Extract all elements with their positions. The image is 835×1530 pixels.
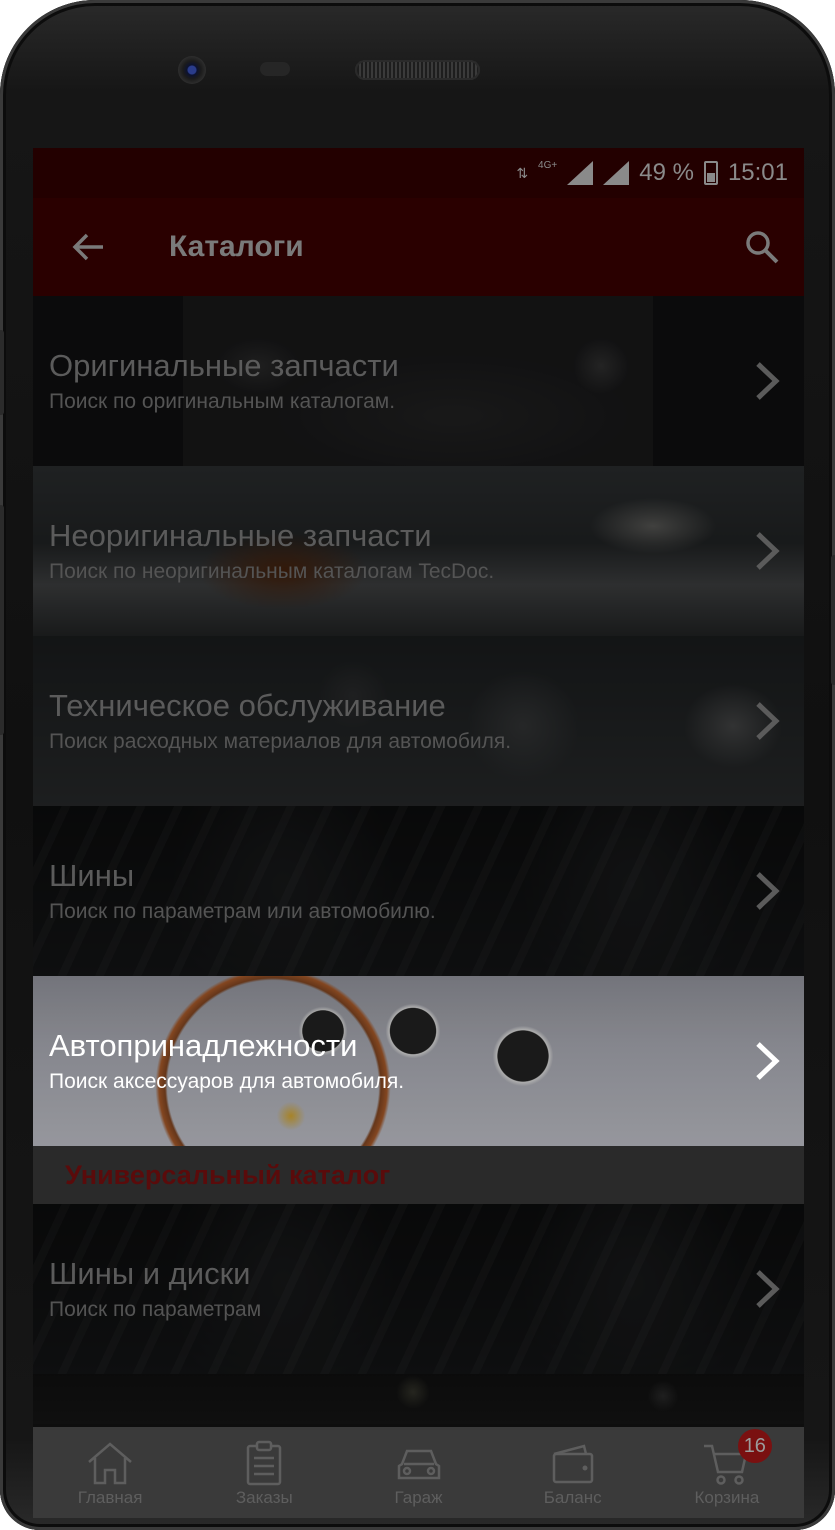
catalog-item-nonoriginal[interactable]: Неоригинальные запчасти Поиск по неориги… [33, 466, 804, 636]
section-heading: Универсальный каталог [33, 1146, 804, 1204]
nav-garage[interactable]: Гараж [341, 1427, 495, 1518]
status-bar: ⇅ 4G+ 49 % 15:01 [33, 148, 804, 198]
catalog-item-original[interactable]: Оригинальные запчасти Поиск по оригиналь… [33, 296, 804, 466]
cart-count-badge: 16 [737, 1429, 772, 1463]
mobile-signal-icon [603, 161, 630, 185]
clipboard-icon [247, 1440, 282, 1486]
earpiece-speaker [355, 60, 480, 80]
nav-label: Баланс [543, 1488, 602, 1507]
catalog-item-title: Техническое обслуживание [49, 688, 446, 723]
catalog-item-subtitle: Поиск по неоригинальным каталогам TecDoc… [49, 560, 495, 583]
phone-frame: ⇅ 4G+ 49 % 15:01 Каталоги Оригинальные з… [0, 0, 835, 1530]
wallet-icon [552, 1444, 593, 1484]
catalog-item-subtitle: Поиск аксессуаров для автомобиля. [49, 1070, 405, 1093]
home-icon [88, 1442, 132, 1485]
catalog-item-tyres-wheels[interactable]: Шины и диски Поиск по параметрам [33, 1204, 804, 1374]
nav-cart[interactable]: Корзина 16 [650, 1427, 804, 1518]
search-button[interactable] [732, 198, 792, 296]
arrow-left-icon [72, 233, 103, 261]
chevron-right-icon [756, 872, 780, 910]
catalog-item-partial[interactable] [33, 1374, 804, 1424]
back-button[interactable] [53, 198, 123, 296]
catalog-item-maintenance[interactable]: Техническое обслуживание Поиск расходных… [33, 636, 804, 806]
chevron-right-icon [756, 532, 780, 570]
page-title: Каталоги [169, 230, 304, 263]
car-icon [397, 1449, 440, 1480]
proximity-sensor [260, 62, 290, 76]
catalog-list: Оригинальные запчасти Поиск по оригиналь… [33, 296, 804, 1424]
catalog-item-accessories[interactable]: Автопринадлежности Поиск аксессуаров для… [33, 976, 804, 1146]
nav-label: Гараж [394, 1488, 443, 1507]
catalog-item-title: Автопринадлежности [49, 1028, 358, 1063]
power-button [831, 555, 835, 685]
catalog-item-title: Шины и диски [49, 1256, 251, 1291]
chevron-right-icon [756, 1042, 780, 1080]
network-type: 4G+ [538, 159, 558, 171]
catalog-item-title: Неоригинальные запчасти [49, 518, 432, 553]
nav-home[interactable]: Главная [33, 1427, 187, 1518]
volume-button [0, 330, 4, 415]
nav-label: Заказы [235, 1488, 293, 1507]
volume-button [0, 505, 4, 735]
catalog-item-subtitle: Поиск по оригинальным каталогам. [49, 390, 396, 413]
clock: 15:01 [727, 159, 788, 186]
nav-balance[interactable]: Баланс [496, 1427, 650, 1518]
battery-percent: 49 % [639, 159, 694, 186]
chevron-right-icon [756, 702, 780, 740]
search-icon [746, 231, 779, 264]
catalog-item-title: Оригинальные запчасти [49, 348, 399, 383]
chevron-right-icon [756, 362, 780, 400]
catalog-item-tyres[interactable]: Шины Поиск по параметрам или автомобилю. [33, 806, 804, 976]
section-heading-label: Универсальный каталог [65, 1159, 391, 1190]
bottom-navigation: Главная Заказы Гараж Баланс Корзина 16 [33, 1427, 804, 1518]
nav-label: Корзина [694, 1488, 760, 1507]
app-bar: Каталоги [33, 198, 804, 296]
catalog-item-subtitle: Поиск по параметрам или автомобилю. [49, 900, 436, 923]
nav-orders[interactable]: Заказы [187, 1427, 341, 1518]
catalog-item-subtitle: Поиск расходных материалов для автомобил… [49, 730, 512, 753]
chevron-right-icon [756, 1270, 780, 1308]
front-camera [178, 56, 206, 84]
nav-label: Главная [77, 1488, 143, 1507]
catalog-item-title: Шины [49, 858, 135, 893]
data-arrows-icon: ⇅ [516, 164, 529, 181]
battery-icon [703, 161, 718, 185]
mobile-signal-icon [567, 161, 594, 185]
catalog-item-subtitle: Поиск по параметрам [49, 1298, 262, 1321]
screen: ⇅ 4G+ 49 % 15:01 Каталоги Оригинальные з… [33, 148, 804, 1518]
